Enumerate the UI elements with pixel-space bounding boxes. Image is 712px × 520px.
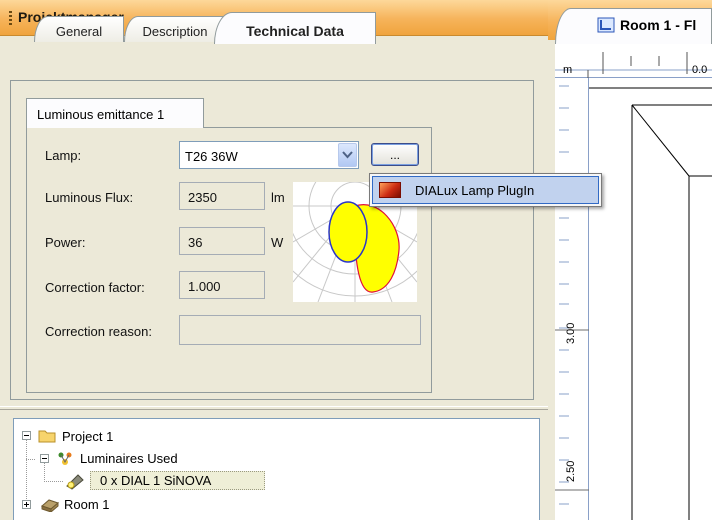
tab-description[interactable]: Description (124, 16, 226, 42)
correction-factor-field[interactable]: 1.000 (179, 271, 265, 299)
lamp-plugin-menu: DIALux Lamp PlugIn (369, 173, 602, 207)
plugin-icon (379, 182, 401, 198)
lamp-browse-button[interactable]: ... (371, 143, 419, 166)
chevron-down-icon[interactable] (338, 143, 357, 167)
menu-item-dialux-lamp-plugin[interactable]: DIALux Lamp PlugIn (372, 176, 599, 204)
drag-grip-icon[interactable] (9, 11, 12, 27)
power-label: Power: (45, 235, 86, 250)
tab-luminous-emittance-1[interactable]: Luminous emittance 1 (26, 98, 204, 128)
tree-item-room-1[interactable]: Room 1 (14, 496, 214, 514)
tree-item-project-1[interactable]: Project 1 (14, 428, 214, 446)
lamp-select-value: T26 36W (185, 149, 238, 164)
menu-item-label: DIALux Lamp PlugIn (415, 183, 535, 198)
lamp-select[interactable]: T26 36W (179, 141, 359, 169)
tree-item-label: 0 x DIAL 1 SiNOVA (100, 473, 212, 488)
tree-item-luminaires-used[interactable]: Luminaires Used (14, 450, 234, 468)
room-tab-label: Room 1 - Fl (620, 17, 697, 33)
room-icon (41, 499, 59, 512)
tree-item-label: Project 1 (62, 429, 114, 444)
tab-technical-data[interactable]: Technical Data (214, 12, 376, 44)
luminous-flux-field[interactable]: 2350 (179, 182, 265, 210)
horizontal-ruler (555, 44, 712, 78)
power-field[interactable]: 36 (179, 227, 265, 255)
folder-icon (38, 430, 56, 443)
lamp-label: Lamp: (45, 148, 82, 163)
power-unit: W (271, 235, 284, 250)
vertical-ruler (555, 78, 589, 520)
collapse-icon[interactable] (40, 454, 49, 463)
tree-item-label: Luminaires Used (80, 451, 178, 466)
correction-reason-label: Correction reason: (45, 324, 152, 339)
luminaires-icon (58, 452, 72, 465)
floor-plan-icon (597, 17, 615, 33)
correction-reason-field[interactable] (179, 315, 421, 345)
ruler-tick-label-2-50: 2.50 (565, 460, 577, 482)
correction-factor-label: Correction factor: (45, 280, 145, 295)
expand-icon[interactable] (22, 500, 31, 509)
luminous-flux-label: Luminous Flux: (45, 190, 134, 205)
luminous-flux-unit: lm (271, 190, 285, 205)
ruler-unit-label: m (563, 64, 573, 76)
tab-general[interactable]: General (34, 16, 124, 42)
horizontal-splitter[interactable] (0, 406, 548, 410)
ruler-tick-label-3-00: 3.00 (565, 322, 577, 344)
room-floor-plan (589, 87, 712, 520)
tree-item-label: Room 1 (64, 497, 110, 512)
luminaire-icon (66, 474, 84, 490)
collapse-icon[interactable] (22, 431, 31, 440)
ruler-top-tick-label: 0.0 (692, 64, 708, 76)
panel-gap (0, 400, 548, 420)
tree-item-luminaire[interactable]: 0 x DIAL 1 SiNOVA (14, 471, 274, 490)
project-tree[interactable]: Project 1 Luminaires Used 0 x DIAL 1 SiN… (13, 418, 540, 520)
